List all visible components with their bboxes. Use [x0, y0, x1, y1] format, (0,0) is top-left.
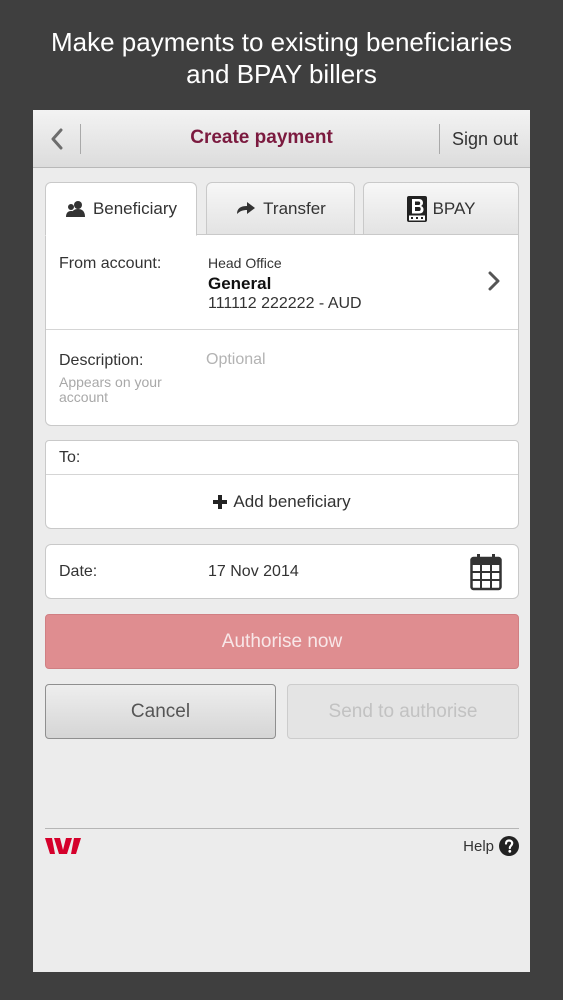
back-button[interactable]: [33, 110, 81, 168]
plus-icon: [213, 495, 228, 509]
account-name: General: [208, 274, 272, 293]
add-beneficiary-button[interactable]: Add beneficiary: [46, 475, 518, 529]
app-screen: Create payment Sign out Beneficiary Tran…: [33, 110, 530, 972]
account-card: From account: Head Office General 111112…: [45, 234, 519, 426]
date-card[interactable]: Date: 17 Nov 2014: [45, 544, 519, 599]
promo-line-1: Make payments to existing beneficiaries: [50, 27, 512, 57]
people-icon: [65, 201, 85, 217]
add-beneficiary-label: Add beneficiary: [233, 492, 351, 511]
description-label: Description:: [59, 352, 144, 369]
cancel-button[interactable]: Cancel: [45, 684, 276, 739]
top-bar: Create payment Sign out: [33, 110, 530, 168]
from-account-label: From account:: [59, 255, 162, 272]
tab-transfer[interactable]: Transfer: [206, 182, 355, 235]
date-value: 17 Nov 2014: [208, 563, 299, 580]
account-number: 111112 222222 - AUD: [208, 295, 362, 312]
tab-label: BPAY: [432, 198, 476, 218]
account-group: Head Office: [208, 255, 282, 271]
bpay-logo-icon: [406, 195, 427, 222]
date-label: Date:: [59, 563, 98, 580]
from-account-row[interactable]: From account: Head Office General 111112…: [46, 235, 518, 330]
calendar-icon[interactable]: [470, 553, 502, 591]
description-input[interactable]: [206, 347, 486, 373]
westpac-logo-icon: [45, 838, 81, 854]
payment-type-tabs: Beneficiary Transfer BPAY: [45, 182, 519, 236]
divider: [80, 124, 81, 154]
transfer-arrow-icon: [237, 201, 256, 214]
chevron-right-icon: [488, 271, 500, 291]
promo-line-2: and BPAY billers: [186, 59, 377, 89]
promo-caption: Make payments to existing beneficiaries …: [0, 26, 563, 90]
to-card: To: Add beneficiary: [45, 440, 519, 529]
sign-out-button[interactable]: Sign out: [440, 110, 530, 168]
tab-label: Transfer: [263, 198, 326, 218]
help-question-icon: [499, 836, 519, 856]
chevron-left-icon: [51, 128, 63, 150]
send-to-authorise-button[interactable]: Send to authorise: [287, 684, 519, 739]
tab-bpay[interactable]: BPAY: [363, 182, 519, 235]
authorise-now-button[interactable]: Authorise now: [45, 614, 519, 669]
page-title: Create payment: [190, 127, 333, 148]
to-label: To:: [59, 449, 81, 466]
tab-label: Beneficiary: [92, 199, 178, 218]
help-label: Help: [463, 837, 494, 855]
help-link[interactable]: Help: [463, 836, 519, 856]
tab-beneficiary[interactable]: Beneficiary: [45, 182, 197, 236]
footer-divider: [45, 828, 519, 829]
description-hint: Appears on your account: [59, 374, 162, 405]
